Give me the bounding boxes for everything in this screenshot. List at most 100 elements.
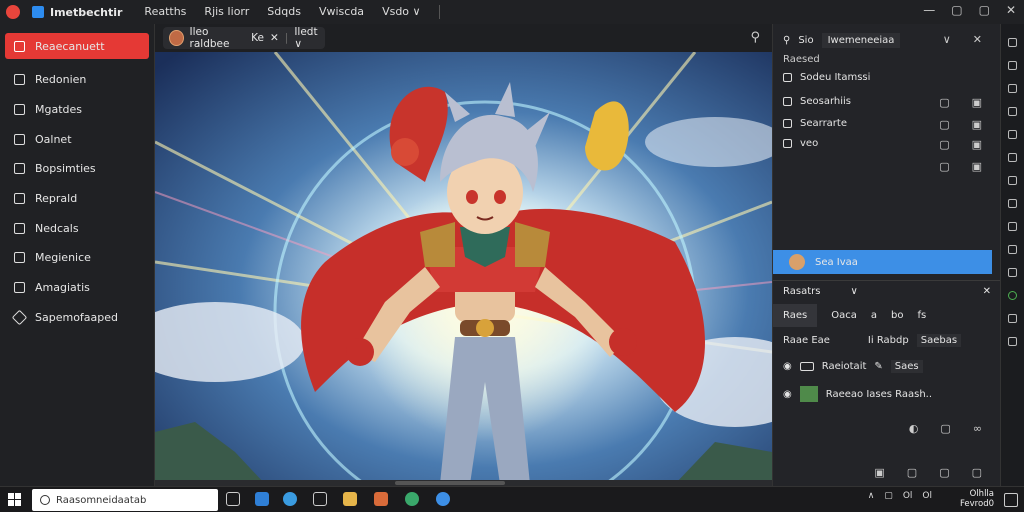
tool-icon[interactable] [1008,130,1017,139]
title-bar: Imetbechtir Reatths Rjis Iiorr Sdqds Vwi… [0,0,1024,24]
sidebar-item[interactable]: Amagiatis [0,273,154,303]
menu-item[interactable]: Rjis Iiorr [204,5,249,19]
layer-row[interactable]: ◉ Raeiotait ✎ Saes [783,360,923,373]
row-actions: ▢ ▣ [939,160,982,173]
folder-icon[interactable]: ▢ [939,466,949,479]
image-list-icon [14,252,25,264]
taskbar-search[interactable]: Raasomneidaatab [32,489,218,511]
list-item[interactable]: Sodeu Itamssi [783,72,870,83]
sidebar-item[interactable]: Bopsimties [0,154,154,184]
layer-actions: ◐ ▢ ∞ [909,422,982,435]
zoom-dropdown[interactable]: Iledt ∨ [294,26,325,50]
network-icon[interactable]: ▢ [884,491,893,501]
list-item[interactable]: veo [783,138,818,149]
menu-item[interactable]: Sdqds [267,5,301,19]
props-value-field[interactable]: Saebas [916,334,962,347]
export-icon[interactable]: ▣ [972,138,982,151]
close-icon[interactable]: ✕ [983,286,991,297]
tool-icon[interactable] [1008,38,1017,47]
close-icon[interactable]: ✕ [270,32,279,44]
close-icon[interactable]: ✕ [973,33,982,46]
visibility-icon[interactable]: ▢ [939,160,949,173]
scrollbar-thumb[interactable] [395,481,505,485]
menu-item[interactable]: Reatths [144,5,186,19]
row-actions: ▢ ▣ [939,118,982,131]
tab-bo[interactable]: bo [891,310,903,321]
restore-icon[interactable]: ▢ [951,3,962,17]
tool-icon[interactable] [1008,107,1017,116]
sidebar-item[interactable]: Megienice [0,243,154,273]
eye-icon[interactable]: ◉ [783,361,792,372]
eye-icon[interactable]: ◉ [783,389,792,400]
store-icon[interactable] [313,492,327,506]
tab-oaca[interactable]: Oaca [831,310,857,321]
play-icon [14,193,25,205]
edit-icon[interactable]: ✎ [874,361,882,372]
sidebar: Reaecanuett Redonien Mgatdes Oalnet Bops… [0,24,155,486]
taskbar: Raasomneidaatab ∧ ▢ Ol Ol Olhlla Fevrod0 [0,486,1024,512]
avatar [169,30,184,46]
link-icon[interactable]: ∞ [973,422,982,435]
menu-item[interactable]: Vsdo ∨ [382,5,421,19]
app-icon[interactable] [374,492,388,506]
props-row: Raae Eae Ii Rabdp Saebas [783,334,962,347]
menu-item[interactable]: Vwiscda [319,5,364,19]
new-layer-icon[interactable]: ▣ [874,466,884,479]
folder-icon[interactable] [343,492,357,506]
app-icon[interactable] [436,492,450,506]
group-icon[interactable]: ▢ [907,466,917,479]
status-icon[interactable] [1008,291,1017,300]
sidebar-item-active[interactable]: Reaecanuett [5,33,149,59]
document-tab[interactable]: Ileo raldbee Ke ✕ | Iledt ∨ [163,26,325,50]
chevron-down-icon[interactable]: ∨ [850,286,857,297]
tool-icon[interactable] [1008,153,1017,162]
chevron-down-icon[interactable]: ∨ [943,33,951,46]
export-icon[interactable]: ▣ [972,160,982,173]
layer-row[interactable]: ◉ Raeeao Iases Raash.. [783,386,932,402]
duplicate-icon[interactable]: ▢ [940,422,950,435]
task-view-icon[interactable] [226,492,240,506]
selected-layer-row[interactable]: Sea Ivaa [773,250,992,274]
browser-icon[interactable] [283,492,297,506]
start-icon[interactable] [8,493,21,506]
panel-search-input[interactable]: Iwemeneeiaa [821,33,901,48]
tool-icon[interactable] [1008,337,1017,346]
tool-icon[interactable] [1008,176,1017,185]
chevron-up-icon[interactable]: ∧ [868,491,875,501]
clock[interactable]: Olhlla Fevrod0 [960,489,994,509]
visibility-icon[interactable]: ▢ [939,138,949,151]
tool-icon[interactable] [1008,268,1017,277]
close-icon[interactable]: ✕ [1006,3,1016,17]
artwork-canvas[interactable] [155,52,772,484]
tool-icon[interactable] [1008,314,1017,323]
export-icon[interactable]: ▣ [972,118,982,131]
tool-icon[interactable] [1008,84,1017,93]
tool-icon[interactable] [1008,222,1017,231]
sidebar-item[interactable]: Nedcals [0,213,154,243]
tool-icon[interactable] [1008,61,1017,70]
maximize-icon[interactable]: ▢ [979,3,990,17]
list-item[interactable]: Seosarhiis [783,96,851,107]
sidebar-item[interactable]: Sapemofaaped [0,303,154,333]
minimize-icon[interactable]: — [923,3,935,17]
sidebar-item[interactable]: Reprald [0,184,154,214]
tab-fs[interactable]: fs [917,310,926,321]
tab-raes[interactable]: Raes [773,303,818,327]
tab-a[interactable]: a [871,310,877,321]
export-icon[interactable]: ▣ [972,96,982,109]
visibility-icon[interactable]: ▢ [939,96,949,109]
tool-icon[interactable] [1008,199,1017,208]
delete-icon[interactable]: ▢ [972,466,982,479]
app-icon[interactable] [405,492,419,506]
sidebar-item[interactable]: Mgatdes [0,95,154,125]
visibility-icon[interactable]: ▢ [939,118,949,131]
mask-icon[interactable]: ◐ [909,422,919,435]
sidebar-item[interactable]: Oalnet [0,124,154,154]
app-icon [32,6,44,18]
search-icon[interactable]: ⚲ [750,30,760,45]
tool-icon[interactable] [1008,245,1017,254]
notifications-icon[interactable] [1004,493,1018,507]
sidebar-item[interactable]: Redonien [0,65,154,95]
list-item[interactable]: Searrarte [783,118,847,129]
edge-icon[interactable] [255,492,269,506]
